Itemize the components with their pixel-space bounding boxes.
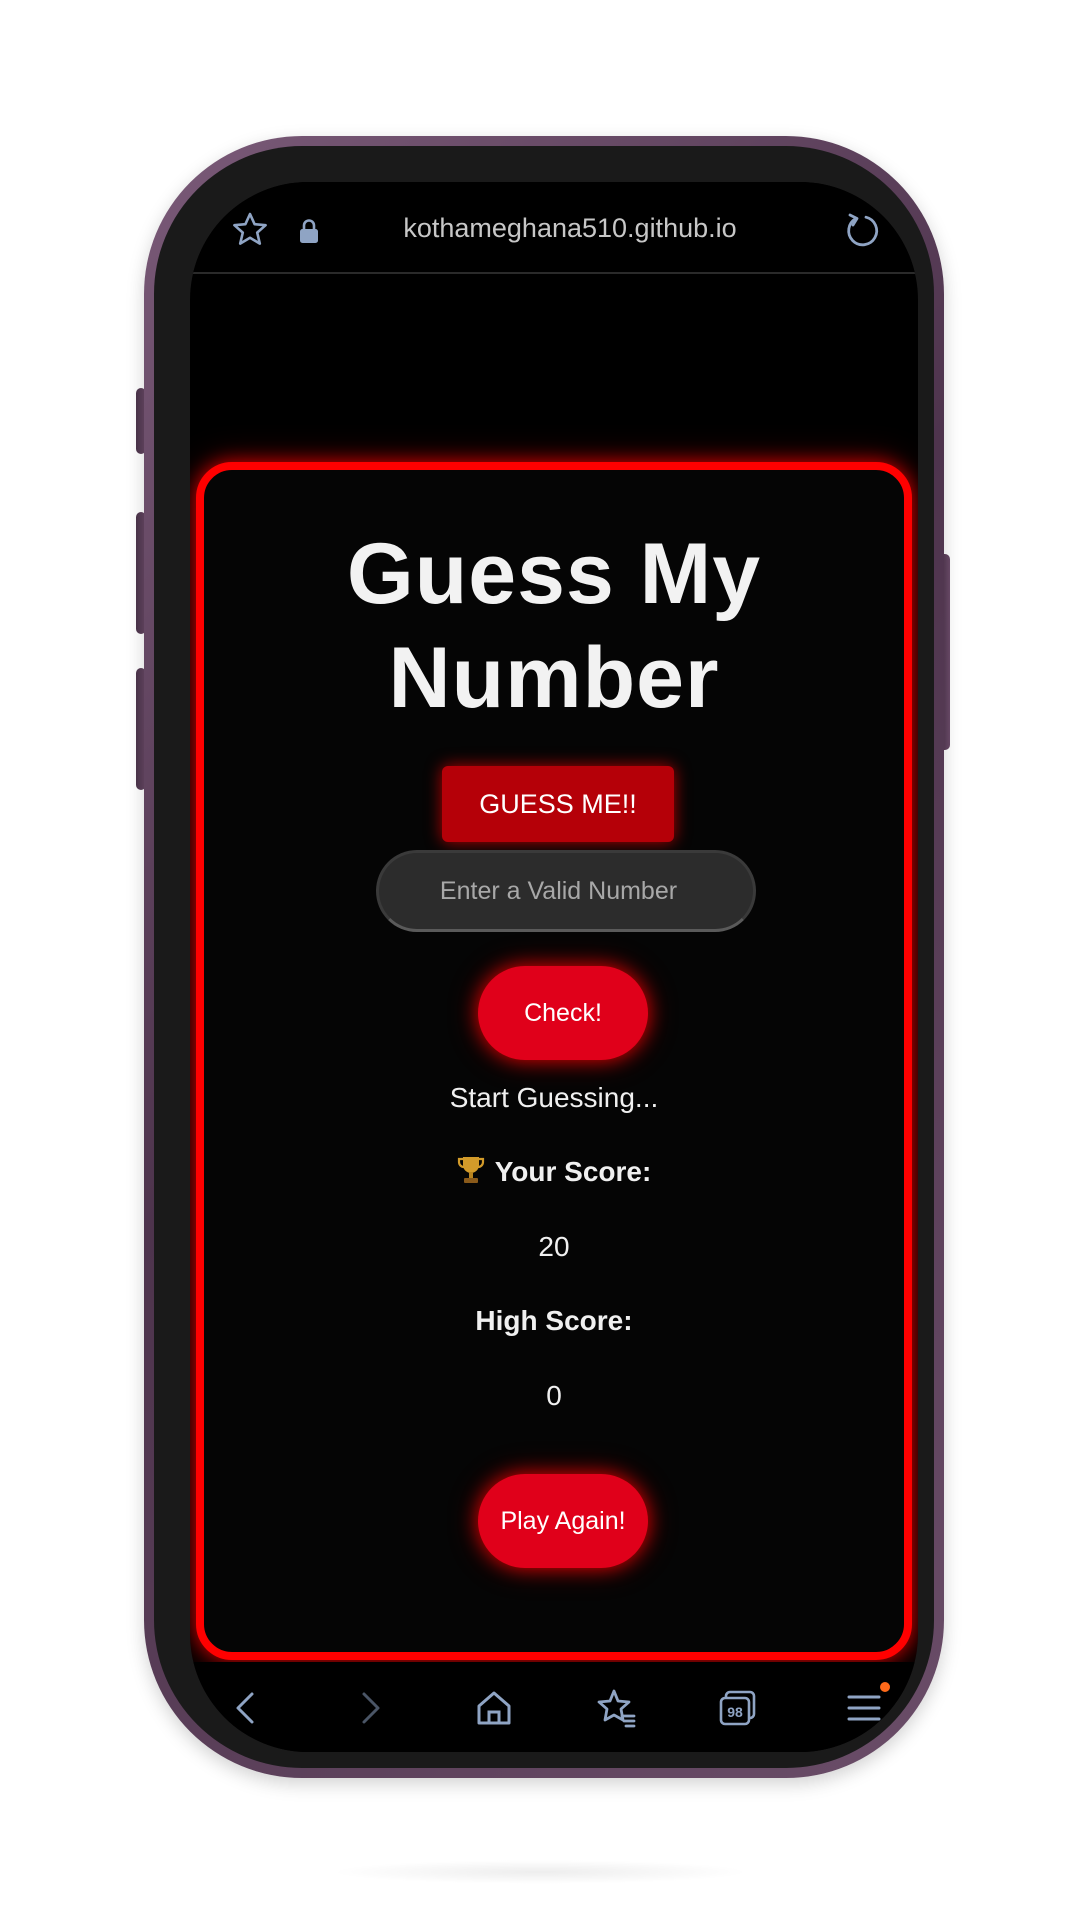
phone-screen: kothameghana510.github.io Guess My Numbe… xyxy=(190,182,918,1752)
lock-icon xyxy=(300,219,318,243)
trophy-icon xyxy=(457,1157,484,1183)
back-icon[interactable] xyxy=(224,1686,268,1730)
phone-frame: kothameghana510.github.io Guess My Numbe… xyxy=(144,136,944,1778)
phone-bezel: kothameghana510.github.io Guess My Numbe… xyxy=(154,146,934,1768)
hidden-number-box: GUESS ME!! xyxy=(442,766,674,842)
high-score-value: 0 xyxy=(546,1380,562,1411)
menu-icon[interactable] xyxy=(842,1686,886,1730)
home-icon[interactable] xyxy=(472,1686,516,1730)
page-title: Guess My Number xyxy=(346,526,762,726)
browser-nav-bar: 98 xyxy=(190,1662,918,1752)
tabs-count: 98 xyxy=(727,1704,743,1720)
score-heading: Your Score: xyxy=(204,1152,904,1192)
reload-icon[interactable] xyxy=(842,210,882,250)
game-card: Guess My Number GUESS ME!! Check! Start … xyxy=(196,462,912,1660)
notification-dot xyxy=(880,1682,890,1692)
tabs-icon[interactable]: 98 xyxy=(716,1686,760,1730)
status-message: Start Guessing... xyxy=(449,1082,659,1113)
score-label: Your Score: xyxy=(494,1156,652,1187)
high-score-label: High Score: xyxy=(475,1305,633,1336)
forward-icon[interactable] xyxy=(348,1686,392,1730)
play-again-button[interactable]: Play Again! xyxy=(478,1474,648,1568)
score-value: 20 xyxy=(538,1231,570,1262)
star-icon[interactable] xyxy=(230,210,270,250)
bookmarks-icon[interactable] xyxy=(594,1686,638,1730)
stage: kothameghana510.github.io Guess My Numbe… xyxy=(0,0,1080,1920)
guess-input[interactable] xyxy=(376,850,756,932)
browser-address-bar: kothameghana510.github.io xyxy=(190,182,918,274)
url-text[interactable]: kothameghana510.github.io xyxy=(350,208,790,248)
floor-shadow xyxy=(330,1860,750,1884)
check-button[interactable]: Check! xyxy=(478,966,648,1060)
